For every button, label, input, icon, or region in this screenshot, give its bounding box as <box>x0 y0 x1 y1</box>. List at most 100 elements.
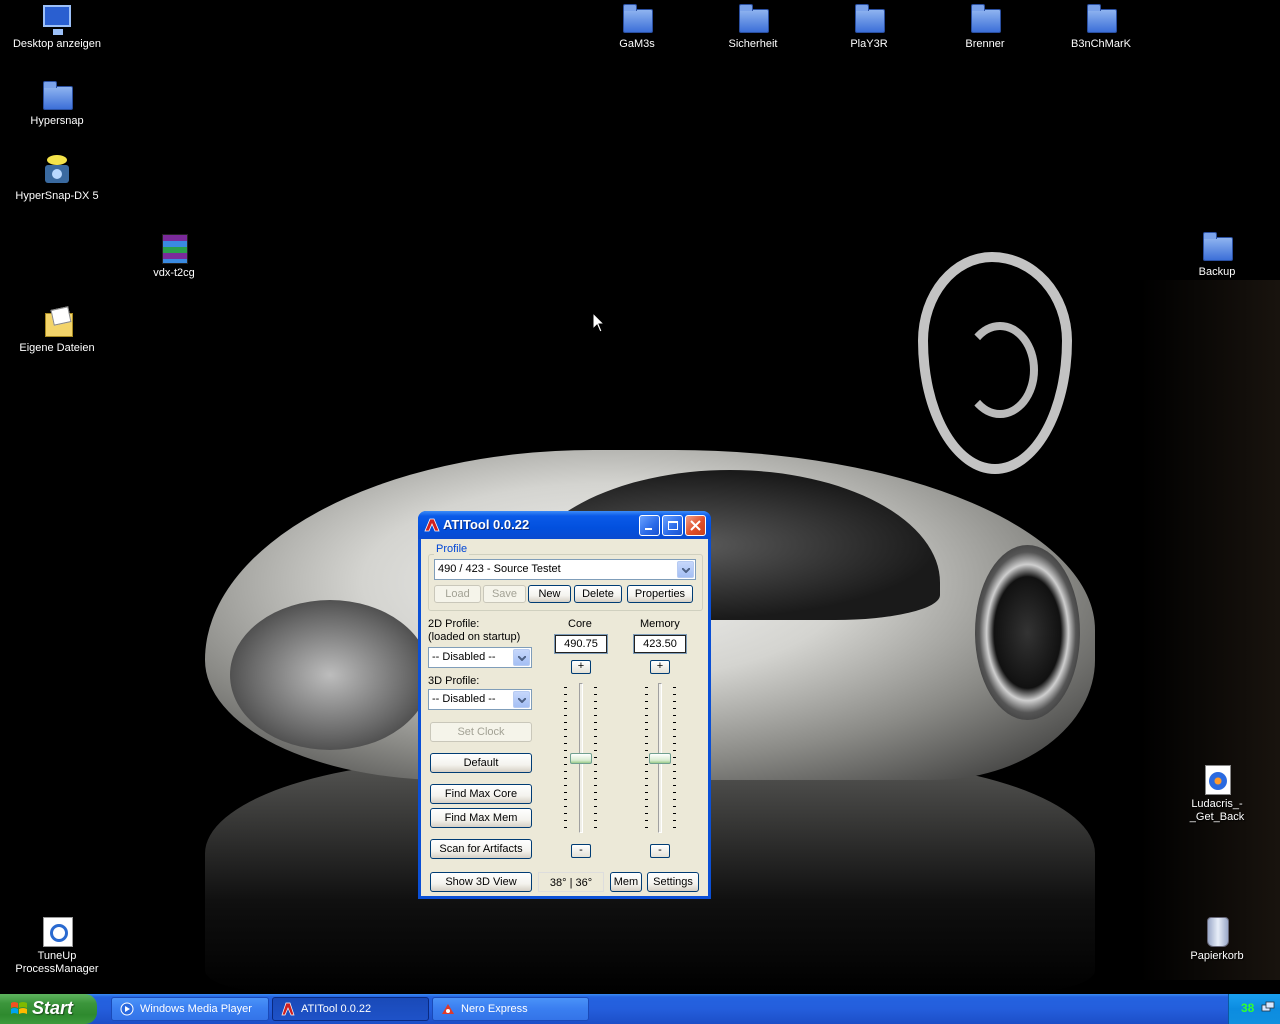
folder-icon <box>737 3 769 35</box>
atitool-icon <box>281 1002 295 1016</box>
folder-icon <box>41 80 73 112</box>
media-file-icon <box>1201 763 1233 795</box>
desktop-icon-my-documents[interactable]: Eigene Dateien <box>7 307 107 355</box>
profile-3d-selected-value: -- Disabled -- <box>432 693 496 705</box>
core-increase-button[interactable]: + <box>571 660 591 674</box>
new-profile-button[interactable]: New <box>528 585 571 603</box>
taskbar-item-windows-media-player[interactable]: Windows Media Player <box>111 997 269 1021</box>
set-clock-button[interactable]: Set Clock <box>430 722 532 742</box>
desktop-icon-label: Ludacris_-_Get_Back <box>1189 798 1245 823</box>
save-profile-button[interactable]: Save <box>483 585 526 603</box>
tray-temperature[interactable]: 38 <box>1241 1001 1254 1015</box>
memory-slider-thumb[interactable] <box>649 752 671 764</box>
concept-car-wheel <box>975 545 1080 720</box>
scan-artifacts-button[interactable]: Scan for Artifacts <box>430 839 532 859</box>
profile-properties-button[interactable]: Properties <box>627 585 693 603</box>
mem-button[interactable]: Mem <box>610 872 642 892</box>
desktop-icon-label: TuneUp <box>37 950 77 962</box>
desktop-icon-security-folder[interactable]: Sicherheit <box>703 3 803 51</box>
concept-car-nose <box>230 600 430 750</box>
desktop-icon-label: Desktop anzeigen <box>12 38 102 50</box>
memory-slider-ticks <box>673 687 676 833</box>
desktop-icon-label: Sicherheit <box>728 38 778 50</box>
maximize-button[interactable] <box>662 515 683 536</box>
windows-flag-icon <box>11 1002 27 1014</box>
profile-3d-select[interactable]: -- Disabled -- <box>428 689 532 710</box>
memory-decrease-button[interactable]: - <box>650 844 670 858</box>
nero-icon <box>442 1004 454 1014</box>
show-desktop-icon <box>41 3 73 35</box>
start-button[interactable]: Start <box>0 994 97 1024</box>
chevron-down-icon <box>518 656 526 661</box>
close-button[interactable] <box>685 515 706 536</box>
profile-3d-dropdown-button[interactable] <box>513 691 530 708</box>
start-label: Start <box>32 998 74 1018</box>
settings-button[interactable]: Settings <box>647 872 699 892</box>
network-icon[interactable] <box>1261 1001 1275 1015</box>
taskbar-item-label: Nero Express <box>461 1003 528 1015</box>
taskbar-item-label: ATITool 0.0.22 <box>301 1003 372 1015</box>
chevron-down-icon <box>518 698 526 703</box>
default-button[interactable]: Default <box>430 753 532 773</box>
desktop-icon-vdx-archive[interactable]: vdx-t2cg <box>124 232 224 280</box>
taskbar-item-nero-express[interactable]: Nero Express <box>432 997 589 1021</box>
delete-profile-button[interactable]: Delete <box>574 585 622 603</box>
temperature-readout: 38° | 36° <box>538 872 604 892</box>
system-tray: 38 <box>1228 994 1280 1024</box>
desktop-icon-show-desktop[interactable]: Desktop anzeigen <box>7 3 107 51</box>
core-label: Core <box>568 618 592 630</box>
window-titlebar[interactable]: ATITool 0.0.22 <box>418 511 711 539</box>
atitool-window[interactable]: ATITool 0.0.22 Profile 490 / 423 - Sourc… <box>418 511 711 899</box>
folder-icon <box>1201 231 1233 263</box>
folder-icon <box>853 3 885 35</box>
memory-increase-button[interactable]: + <box>650 660 670 674</box>
profile-dropdown-button[interactable] <box>677 561 694 578</box>
winrar-archive-icon <box>158 232 190 264</box>
my-documents-icon <box>41 307 73 339</box>
desktop-icon-label: GaM3s <box>619 38 655 50</box>
desktop-icon-backup-folder[interactable]: Backup <box>1167 231 1267 279</box>
taskbar: Start Windows Media Player ATITool 0.0.2… <box>0 994 1280 1024</box>
desktop-icon-benchmark-folder[interactable]: B3nChMarK <box>1051 3 1151 51</box>
wallpaper-glow <box>1140 280 1280 980</box>
load-profile-button[interactable]: Load <box>434 585 481 603</box>
wmp-icon <box>120 1002 134 1016</box>
desktop-icon-tuneup[interactable]: TuneUp ProcessManager <box>7 915 107 976</box>
desktop-icon-label: Backup <box>1198 266 1236 278</box>
desktop-icon-burner-folder[interactable]: Brenner <box>935 3 1035 51</box>
folder-icon <box>621 3 653 35</box>
find-max-mem-button[interactable]: Find Max Mem <box>430 808 532 828</box>
desktop-icon-games-folder[interactable]: GaM3s <box>587 3 687 51</box>
profile-2d-dropdown-button[interactable] <box>513 649 530 666</box>
core-slider-thumb[interactable] <box>570 752 592 764</box>
memory-clock-field[interactable]: 423.50 <box>633 634 687 654</box>
find-max-core-button[interactable]: Find Max Core <box>430 784 532 804</box>
atitool-app-icon <box>424 518 440 532</box>
core-slider-ticks <box>594 687 597 833</box>
core-slider-ticks <box>564 687 567 833</box>
folder-icon <box>1085 3 1117 35</box>
profile-3d-label: 3D Profile: <box>428 675 480 687</box>
desktop-icon-recycle-bin[interactable]: Papierkorb <box>1167 915 1267 963</box>
desktop-icon-player-folder[interactable]: PlaY3R <box>819 3 919 51</box>
core-clock-field[interactable]: 490.75 <box>554 634 608 654</box>
profile-2d-label: 2D Profile: <box>428 618 480 630</box>
taskbar-item-atitool[interactable]: ATITool 0.0.22 <box>272 997 429 1021</box>
desktop-icon-label: Papierkorb <box>1190 950 1244 962</box>
desktop-icon-hypersnap-dx[interactable]: HyperSnap-DX 5 <box>7 155 107 203</box>
core-decrease-button[interactable]: - <box>571 844 591 858</box>
profile-select[interactable]: 490 / 423 - Source Testet <box>434 559 696 580</box>
desktop-icon-ludacris-media[interactable]: Ludacris_-_Get_Back <box>1167 763 1267 824</box>
desktop-icon-label: Eigene Dateien <box>19 342 95 354</box>
desktop-icon-label: B3nChMarK <box>1071 38 1131 50</box>
recycle-bin-icon <box>1201 915 1233 947</box>
folder-icon <box>969 3 1001 35</box>
desktop-icon-label: PlaY3R <box>850 38 888 50</box>
minimize-button[interactable] <box>639 515 660 536</box>
window-title: ATITool 0.0.22 <box>443 517 530 532</box>
close-icon <box>690 520 701 531</box>
profile-2d-select[interactable]: -- Disabled -- <box>428 647 532 668</box>
show-3d-view-button[interactable]: Show 3D View <box>430 872 532 892</box>
desktop-icon-hypersnap-folder[interactable]: Hypersnap <box>7 80 107 128</box>
profile-selected-value: 490 / 423 - Source Testet <box>438 563 561 575</box>
